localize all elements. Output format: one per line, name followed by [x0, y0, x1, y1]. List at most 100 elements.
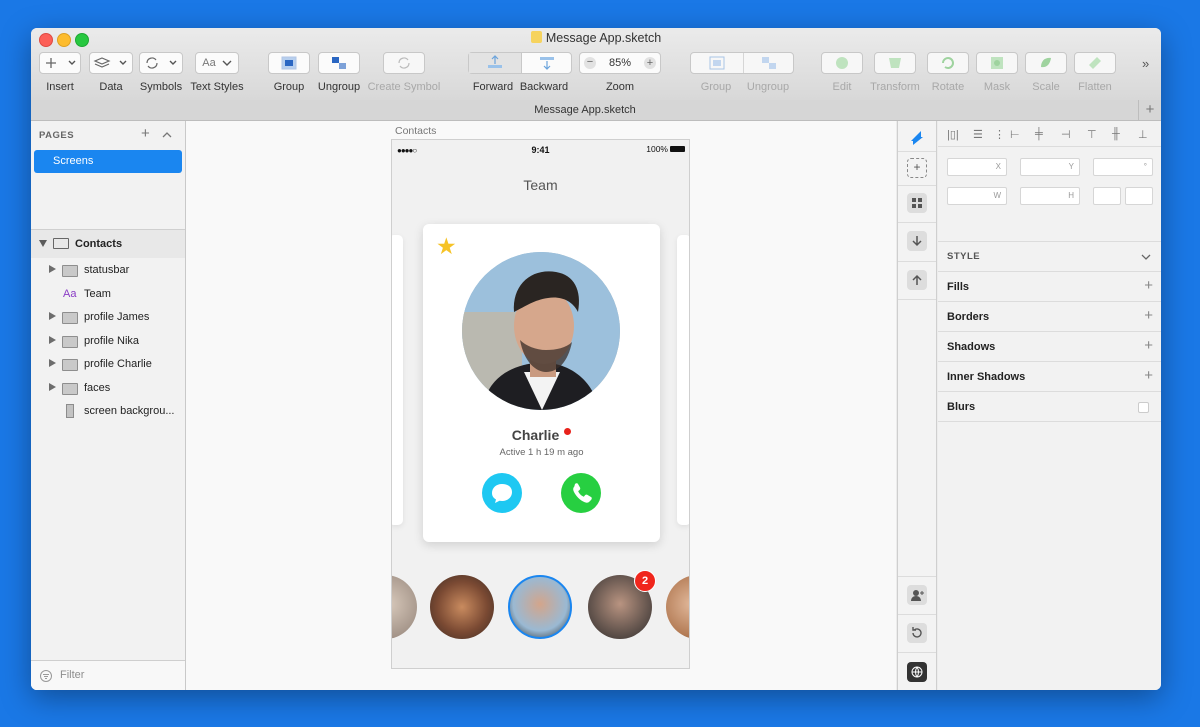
- profile-card[interactable]: ★ Charlie Active 1 h 19 m ago: [423, 224, 660, 542]
- mask-button[interactable]: [976, 52, 1018, 74]
- favorite-star-icon[interactable]: ★: [436, 235, 457, 258]
- layer-item[interactable]: faces: [31, 377, 185, 400]
- y-field[interactable]: Y: [1020, 158, 1080, 176]
- page-item-screens[interactable]: Screens: [34, 150, 182, 173]
- zoom-out-icon[interactable]: −: [584, 57, 596, 69]
- filter-bar: Filter: [31, 660, 185, 690]
- library-grid-icon[interactable]: [907, 193, 927, 213]
- face-avatar[interactable]: [430, 575, 494, 639]
- disclosure-triangle-icon[interactable]: [49, 335, 56, 344]
- disclosure-triangle-icon[interactable]: [49, 312, 56, 320]
- style-section-row[interactable]: Borders +: [938, 301, 1161, 332]
- style-section-row[interactable]: Blurs: [938, 391, 1161, 422]
- distribute-icon[interactable]: ⋮: [994, 128, 1005, 141]
- add-artboard-icon[interactable]: +: [907, 158, 927, 178]
- layer-item[interactable]: profile James: [31, 306, 185, 329]
- create-symbol-button[interactable]: [383, 52, 425, 74]
- layer-item[interactable]: profile Nika: [31, 330, 185, 353]
- flip-vertical-icon[interactable]: [1125, 187, 1153, 205]
- next-profile-card[interactable]: [677, 235, 689, 525]
- insert-button[interactable]: [39, 52, 81, 74]
- layer-item[interactable]: profile Charlie: [31, 353, 185, 376]
- disclosure-triangle-icon[interactable]: [49, 265, 56, 273]
- rotate-label: Rotate: [931, 81, 965, 93]
- ungroup2-button[interactable]: [744, 53, 794, 73]
- add-style-icon[interactable]: +: [1144, 307, 1153, 324]
- artboard-contacts[interactable]: Contacts: [31, 230, 185, 258]
- add-style-icon[interactable]: +: [1144, 277, 1153, 294]
- width-field[interactable]: W: [947, 187, 1007, 205]
- chevron-down-icon[interactable]: [1141, 253, 1151, 261]
- layer-label: screen backgrou...: [84, 405, 175, 417]
- refresh-icon[interactable]: [907, 623, 927, 643]
- ungroup-label: Ungroup: [317, 81, 361, 93]
- call-button[interactable]: [561, 473, 601, 513]
- style-section-row[interactable]: Shadows +: [938, 331, 1161, 362]
- toolbar-overflow-icon[interactable]: »: [1142, 56, 1149, 71]
- face-avatar[interactable]: [666, 575, 689, 639]
- add-page-icon[interactable]: +: [141, 125, 150, 142]
- artboard-label: Contacts: [75, 238, 123, 250]
- height-field[interactable]: H: [1020, 187, 1080, 205]
- globe-icon[interactable]: [907, 662, 927, 682]
- document-tab[interactable]: Message App.sketch: [31, 104, 1139, 116]
- artboard-title[interactable]: Contacts: [395, 125, 436, 137]
- prev-profile-card[interactable]: [392, 235, 403, 525]
- transform-button[interactable]: [874, 52, 916, 74]
- upload-arrow-icon[interactable]: [907, 270, 927, 290]
- align-center-icon[interactable]: ╪: [1035, 128, 1043, 140]
- zoom-in-icon[interactable]: +: [644, 57, 656, 69]
- battery-icon: [670, 146, 685, 152]
- add-tab-icon[interactable]: +: [1138, 100, 1161, 120]
- style-row[interactable]: STYLE: [938, 241, 1161, 272]
- layer-item[interactable]: statusbar: [31, 259, 185, 282]
- backward-button[interactable]: [522, 53, 572, 73]
- align-top-icon[interactable]: ⊤: [1087, 128, 1097, 141]
- align-bottom-icon[interactable]: ⊥: [1138, 128, 1148, 141]
- ungroup-button[interactable]: [318, 52, 360, 74]
- group2-button[interactable]: [691, 53, 744, 73]
- blur-checkbox[interactable]: [1138, 402, 1149, 413]
- style-section-row[interactable]: Inner Shadows +: [938, 361, 1161, 392]
- add-style-icon[interactable]: +: [1144, 367, 1153, 384]
- rotation-field[interactable]: °: [1093, 158, 1153, 176]
- add-style-icon[interactable]: +: [1144, 337, 1153, 354]
- craft-plugin-icon[interactable]: [907, 127, 927, 147]
- data-button[interactable]: [89, 52, 133, 74]
- collapse-pages-icon[interactable]: [162, 126, 172, 143]
- add-user-icon[interactable]: [907, 585, 927, 605]
- scale-button[interactable]: [1025, 52, 1067, 74]
- design-canvas[interactable]: Contacts ●●●●○ 9:41 100% Team ★ Charlie …: [186, 121, 896, 690]
- text-styles-button[interactable]: Aa: [195, 52, 239, 74]
- flip-horizontal-icon[interactable]: [1093, 187, 1121, 205]
- disclosure-triangle-icon[interactable]: [49, 382, 56, 391]
- group-button[interactable]: [268, 52, 310, 74]
- forward-button[interactable]: [469, 53, 522, 73]
- rotate-button[interactable]: [927, 52, 969, 74]
- face-avatar[interactable]: [392, 575, 417, 639]
- align-middle-icon[interactable]: ☰: [973, 128, 983, 141]
- disclosure-triangle-icon[interactable]: [39, 240, 47, 247]
- document-tab-bar: Message App.sketch +: [31, 100, 1161, 121]
- symbols-button[interactable]: [139, 52, 183, 74]
- align-left-edge-icon[interactable]: ⊢: [1010, 128, 1020, 141]
- download-arrow-icon[interactable]: [907, 231, 927, 251]
- disclosure-triangle-icon[interactable]: [49, 359, 56, 367]
- x-field[interactable]: X: [947, 158, 1007, 176]
- sketch-window: Message App.sketch Insert Data Symbols A…: [31, 28, 1161, 690]
- message-button[interactable]: [482, 473, 522, 513]
- align-vertical-center-icon[interactable]: ╫: [1112, 128, 1120, 140]
- battery-status: 100%: [646, 144, 685, 154]
- layer-item[interactable]: Aa Team: [31, 283, 185, 306]
- contacts-artboard[interactable]: ●●●●○ 9:41 100% Team ★ Charlie Active 1 …: [391, 139, 690, 669]
- align-right-icon[interactable]: ⊣: [1061, 128, 1071, 141]
- style-section-row[interactable]: Fills +: [938, 271, 1161, 302]
- face-avatar-selected[interactable]: [508, 575, 572, 639]
- filter-icon[interactable]: [39, 669, 53, 683]
- flatten-button[interactable]: [1074, 52, 1116, 74]
- layer-item[interactable]: screen backgrou...: [31, 400, 185, 423]
- filter-input[interactable]: Filter: [60, 669, 84, 681]
- zoom-value[interactable]: 85%: [609, 57, 631, 69]
- edit-button[interactable]: [821, 52, 863, 74]
- align-left-icon[interactable]: |▯|: [947, 128, 959, 141]
